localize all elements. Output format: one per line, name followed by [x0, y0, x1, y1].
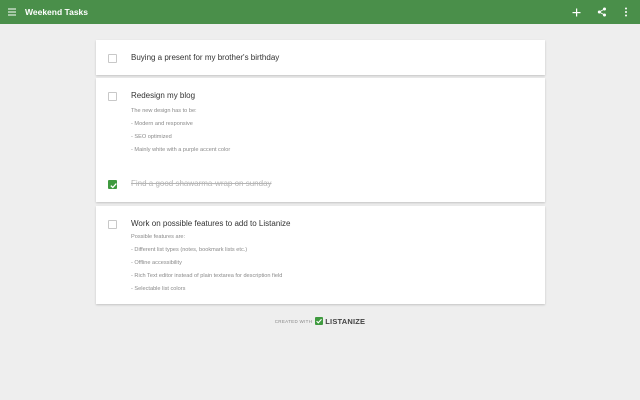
task-description-line: - Mainly white with a purple accent colo… [131, 147, 231, 153]
task-description-line: - Modern and responsive [131, 121, 193, 127]
task-title[interactable]: Work on possible features to add to List… [131, 219, 291, 228]
task-description-line: - Rich Text editor instead of plain text… [131, 273, 283, 279]
task-title[interactable]: Find a good shawarma-wrap on sunday [131, 179, 272, 188]
task-checkbox[interactable] [108, 180, 117, 189]
created-with-label: CREATED WITH [274, 318, 313, 324]
task-description-line: The new design has to be: [131, 108, 197, 114]
task-card[interactable]: Find a good shawarma-wrap on sunday [96, 176, 545, 198]
task-checkbox[interactable] [108, 54, 117, 63]
menu-icon[interactable] [0, 0, 24, 24]
app-bar: Weekend Tasks [0, 0, 640, 24]
share-icon[interactable] [590, 0, 614, 24]
task-description-line: - Different list types (notes, bookmark … [131, 247, 248, 253]
brand-name: LISTANIZE [325, 316, 366, 326]
task-description-line: - Selectable list colors [131, 286, 186, 292]
footer: CREATED WITH LISTANIZE [0, 315, 640, 327]
check-icon [315, 317, 324, 325]
task-checkbox[interactable] [108, 220, 117, 229]
check-icon [110, 183, 117, 189]
task-description-line: Possible features are: [131, 234, 186, 240]
task-title[interactable]: Redesign my blog [131, 91, 195, 100]
task-card[interactable]: Buying a present for my brother's birthd… [96, 40, 545, 75]
more-vert-icon[interactable] [614, 0, 638, 24]
task-checkbox[interactable] [108, 92, 117, 101]
listanize-logo[interactable]: LISTANIZE [315, 317, 365, 326]
task-description-line: - Offline accessibility [131, 260, 182, 266]
task-description-line: - SEO optimized [131, 134, 172, 140]
task-card[interactable]: Work on possible features to add to List… [96, 206, 545, 304]
app-title: Weekend Tasks [25, 7, 88, 17]
task-title[interactable]: Buying a present for my brother's birthd… [131, 53, 279, 62]
add-icon[interactable] [564, 0, 588, 24]
